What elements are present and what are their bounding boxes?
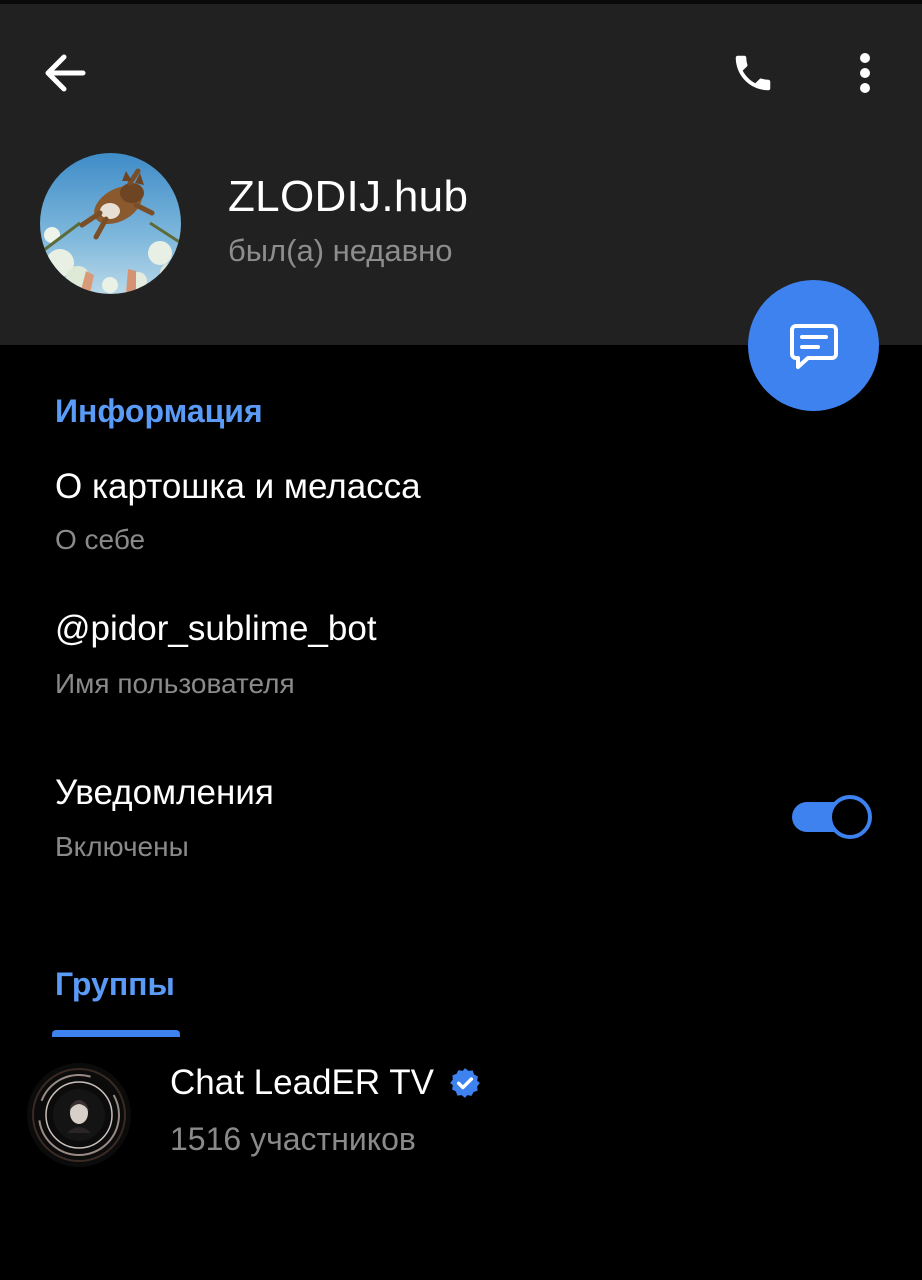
avatar-photo: [40, 153, 181, 294]
arrow-left-icon: [45, 54, 86, 92]
notifications-state: Включены: [55, 831, 189, 862]
profile-avatar[interactable]: [40, 153, 181, 294]
bio-row[interactable]: О картошка и меласса О себе: [0, 455, 922, 575]
notifications-title: Уведомления: [55, 773, 274, 812]
notifications-row[interactable]: Уведомления Включены: [0, 760, 922, 880]
bio-value: О картошка и меласса: [55, 467, 421, 506]
group-members-count: 1516 участников: [170, 1121, 416, 1157]
more-vertical-icon: [860, 53, 870, 93]
more-menu-button[interactable]: [840, 42, 890, 104]
username-value: @pidor_sublime_bot: [55, 609, 377, 648]
group-avatar: [27, 1063, 131, 1167]
profile-screen: ZLODIJ.hub был(а) недавно Информация О к…: [0, 0, 922, 1280]
back-button[interactable]: [30, 42, 100, 104]
info-section-title: Информация: [55, 393, 263, 429]
call-button[interactable]: [720, 42, 786, 104]
notifications-toggle[interactable]: [792, 795, 874, 839]
profile-name: ZLODIJ.hub: [228, 172, 469, 221]
username-row[interactable]: @pidor_sublime_bot Имя пользователя: [0, 598, 922, 718]
phone-icon: [735, 55, 771, 91]
tab-active-indicator: [52, 1030, 180, 1037]
tab-groups[interactable]: Группы: [55, 966, 175, 1003]
message-icon: [789, 323, 838, 369]
send-message-button[interactable]: [748, 280, 879, 411]
status-bar-edge: [0, 0, 922, 4]
bio-label: О себе: [55, 524, 146, 555]
username-label: Имя пользователя: [55, 668, 295, 699]
last-seen-status: был(а) недавно: [228, 233, 453, 268]
group-name: Chat LeadER TV: [170, 1063, 482, 1103]
group-list-item[interactable]: Chat LeadER TV 1516 участников: [0, 1045, 922, 1185]
toggle-knob: [828, 795, 872, 839]
group-avatar-image: [27, 1063, 131, 1167]
group-name-text: Chat LeadER TV: [170, 1063, 434, 1102]
verified-badge-icon: [450, 1068, 480, 1098]
